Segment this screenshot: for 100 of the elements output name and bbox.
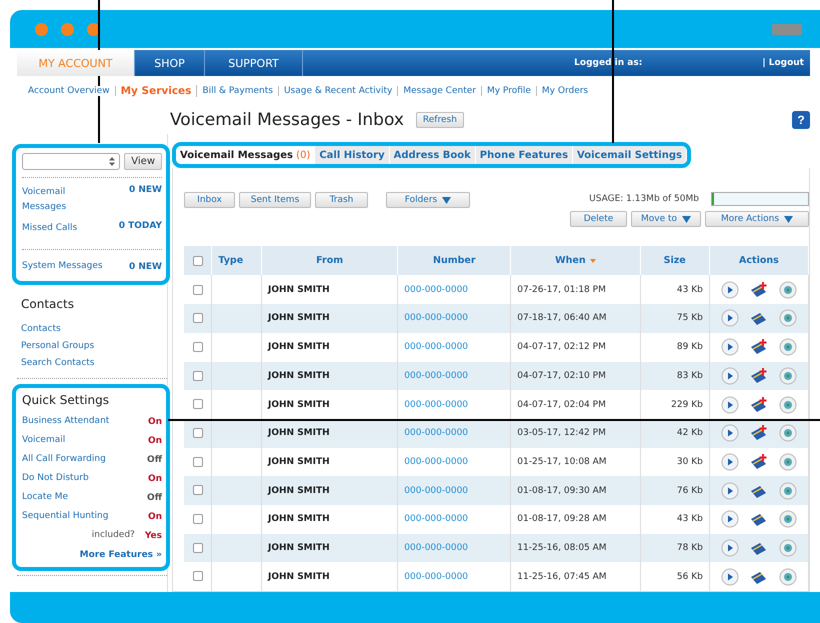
disc-icon[interactable] xyxy=(778,452,797,471)
column-header[interactable]: From xyxy=(262,246,398,276)
setting-status: On xyxy=(148,416,162,426)
folder-button[interactable]: Trash xyxy=(315,192,368,208)
disc-icon[interactable] xyxy=(778,366,797,385)
checkbox[interactable] xyxy=(192,542,203,553)
checkbox[interactable] xyxy=(192,571,203,582)
checkbox[interactable] xyxy=(192,313,203,324)
logged-in-label: Logged in as: xyxy=(574,57,642,70)
disc-icon[interactable] xyxy=(778,568,797,586)
view-button[interactable]: View xyxy=(124,153,162,170)
setting-link[interactable]: All Call Forwarding xyxy=(22,452,106,467)
column-header[interactable]: Actions xyxy=(709,246,808,276)
tab[interactable]: Voicemail Settings xyxy=(573,146,687,164)
contacts-link[interactable]: Contacts xyxy=(17,321,167,338)
notepad-icon[interactable] xyxy=(750,511,768,528)
setting-status: On xyxy=(148,512,162,522)
window-dot[interactable] xyxy=(35,22,48,36)
play-icon[interactable] xyxy=(721,538,740,557)
action-button[interactable]: More Actions xyxy=(705,211,809,228)
folder-button[interactable]: Sent Items xyxy=(239,192,311,208)
checkbox[interactable] xyxy=(192,284,203,295)
setting-status: Off xyxy=(147,454,162,464)
play-icon[interactable] xyxy=(721,366,740,385)
system-messages-link[interactable]: System Messages xyxy=(22,259,103,274)
notepad-plus-icon[interactable] xyxy=(750,368,768,384)
setting-link[interactable]: Locate Me xyxy=(22,490,68,505)
folder-button[interactable]: Inbox xyxy=(184,192,235,208)
tab[interactable]: Phone Features xyxy=(476,146,574,164)
action-button[interactable]: Delete xyxy=(570,211,627,228)
section-heading: Quick Settings xyxy=(22,393,110,407)
column-header[interactable]: When xyxy=(510,246,640,276)
tab[interactable]: Call History xyxy=(315,146,390,164)
disc-icon[interactable] xyxy=(778,280,797,299)
notepad-plus-icon[interactable] xyxy=(750,425,768,442)
table-cell: JOHN SMITH xyxy=(262,562,398,591)
folders-button[interactable]: Folders xyxy=(386,192,470,208)
play-icon[interactable] xyxy=(721,482,740,500)
select-field[interactable] xyxy=(22,153,120,170)
setting-link[interactable]: Sequential Hunting xyxy=(22,509,108,524)
notepad-plus-icon[interactable] xyxy=(750,396,768,413)
table-cell: 11-25-16, 07:45 AM xyxy=(510,562,640,591)
page-title: Voicemail Messages - Inbox xyxy=(170,110,404,130)
setting-link[interactable]: Business Attendant xyxy=(22,414,110,429)
disc-icon[interactable] xyxy=(778,396,797,414)
play-icon[interactable] xyxy=(721,338,740,356)
phone-link[interactable]: 000-000-0000 xyxy=(398,562,511,591)
column-header[interactable]: Number xyxy=(398,246,511,276)
disc-icon[interactable] xyxy=(778,482,797,500)
disc-icon[interactable] xyxy=(778,424,797,442)
action-button[interactable]: Move to xyxy=(631,211,701,228)
logout-link[interactable]: | Logout xyxy=(762,50,810,76)
checkbox[interactable] xyxy=(192,342,203,352)
checkbox[interactable] xyxy=(192,256,203,266)
spinner-icon xyxy=(109,157,116,166)
checkbox[interactable] xyxy=(192,370,203,381)
checkbox[interactable] xyxy=(192,399,203,410)
notepad-plus-icon[interactable] xyxy=(750,454,768,470)
contacts-link[interactable]: Personal Groups xyxy=(17,338,167,355)
sub-nav-link[interactable]: My Services xyxy=(116,85,198,97)
contacts-link[interactable]: Search Contacts xyxy=(17,355,167,372)
notepad-plus-icon[interactable] xyxy=(750,339,768,356)
checkbox[interactable] xyxy=(192,485,203,496)
setting-link[interactable]: Do Not Disturb xyxy=(22,471,89,486)
tab[interactable]: Address Book xyxy=(390,146,476,164)
setting-status: On xyxy=(148,436,162,446)
play-icon[interactable] xyxy=(721,280,740,299)
notepad-plus-icon[interactable] xyxy=(750,282,768,298)
play-icon[interactable] xyxy=(721,568,740,586)
summary-count: 0 NEW xyxy=(128,185,162,195)
setting-link[interactable]: Voicemail xyxy=(22,433,66,448)
setting-label: included? xyxy=(92,529,135,542)
checkbox[interactable] xyxy=(192,456,203,467)
caret-icon xyxy=(442,196,452,204)
help-button[interactable]: ? xyxy=(792,111,810,129)
checkbox[interactable] xyxy=(192,428,203,438)
play-icon[interactable] xyxy=(721,510,740,528)
disc-icon[interactable] xyxy=(778,538,797,557)
setting-status: Off xyxy=(147,492,162,502)
summary-count: 0 NEW xyxy=(128,262,162,272)
checkbox[interactable] xyxy=(192,514,203,524)
column-header[interactable]: Size xyxy=(640,246,710,276)
more-features-link[interactable]: More Features » xyxy=(80,548,162,563)
column-header[interactable]: Type xyxy=(212,246,262,276)
window-dot[interactable] xyxy=(61,22,74,36)
nav-tab[interactable]: MY ACCOUNT xyxy=(17,50,135,76)
summary-link[interactable]: Voicemail Messages xyxy=(22,185,92,215)
table-cell: 56 Kb xyxy=(640,562,710,591)
play-icon[interactable] xyxy=(721,396,740,414)
play-icon[interactable] xyxy=(721,424,740,442)
tab[interactable]: Voicemail Messages (0) xyxy=(176,146,316,164)
disc-icon[interactable] xyxy=(778,510,797,528)
notepad-icon[interactable] xyxy=(750,310,768,326)
disc-icon[interactable] xyxy=(778,309,797,328)
setting-status: Yes xyxy=(144,530,162,540)
play-icon[interactable] xyxy=(721,309,740,328)
summary-link[interactable]: Missed Calls xyxy=(22,221,92,236)
refresh-button[interactable]: Refresh xyxy=(416,112,464,128)
play-icon[interactable] xyxy=(721,452,740,471)
disc-icon[interactable] xyxy=(778,338,797,356)
